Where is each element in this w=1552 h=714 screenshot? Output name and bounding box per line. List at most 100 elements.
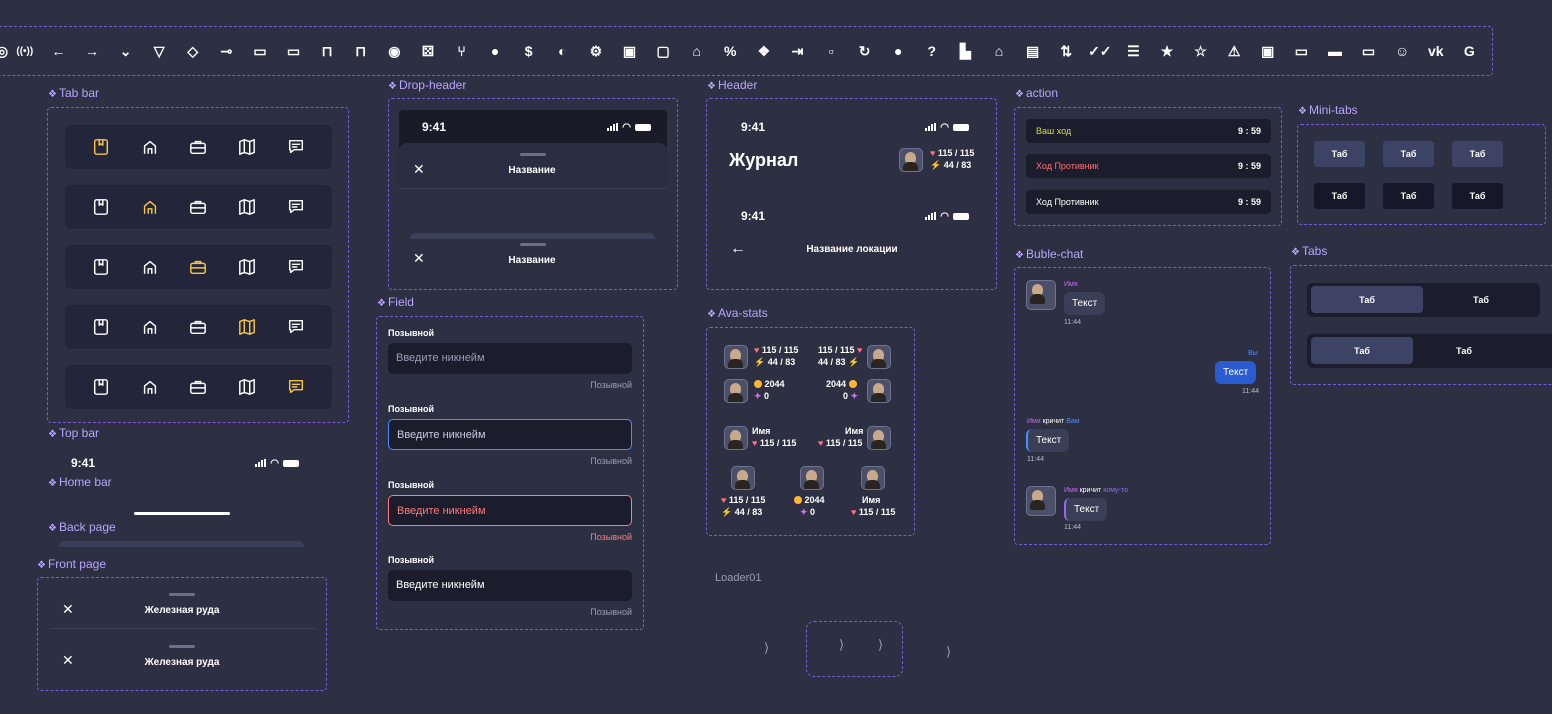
avatar[interactable] <box>1026 486 1056 516</box>
login-icon[interactable]: ⇥ <box>781 40 815 62</box>
tab-bar-briefcase-icon[interactable] <box>188 197 208 217</box>
house-icon[interactable]: ⌂ <box>680 40 714 62</box>
nickname-input[interactable]: Введите никнейм <box>388 495 632 526</box>
broadcast-icon[interactable]: ((•)) <box>8 40 42 62</box>
tab-active[interactable]: Таб <box>1311 337 1413 364</box>
warning-icon[interactable]: ⚠ <box>1217 40 1251 62</box>
toggle-off-icon[interactable]: ▭ <box>1285 40 1319 62</box>
mini-tab[interactable]: Таб <box>1314 183 1365 209</box>
home-indicator[interactable] <box>134 512 230 515</box>
avatar[interactable] <box>724 345 748 369</box>
tab[interactable]: Таб <box>1425 286 1537 313</box>
arrow-left-icon[interactable]: ← <box>42 40 76 62</box>
home-icon[interactable]: ⌂ <box>982 40 1016 62</box>
star-outline-icon[interactable]: ☆ <box>1184 40 1218 62</box>
eye-outline-icon[interactable]: ◉ <box>378 40 412 62</box>
radio-icon[interactable]: ◎ <box>0 40 8 62</box>
tab-bar-briefcase-icon[interactable] <box>188 137 208 157</box>
tab[interactable]: Таб <box>1413 337 1515 364</box>
tab-bar-house-icon[interactable] <box>140 317 160 337</box>
chat-double-icon[interactable]: ▭ <box>277 40 311 62</box>
tab-bar-map-icon[interactable] <box>237 197 257 217</box>
tab-bar-house-icon[interactable] <box>140 257 160 277</box>
avatar[interactable] <box>731 466 755 490</box>
tab-bar-briefcase-icon[interactable] <box>188 377 208 397</box>
avatar[interactable] <box>861 466 885 490</box>
tab-bar-briefcase-icon[interactable] <box>188 257 208 277</box>
avatar[interactable] <box>800 466 824 490</box>
dropbox-icon[interactable]: ❖ <box>747 40 781 62</box>
refresh-icon[interactable]: ↻ <box>848 40 882 62</box>
avatar[interactable] <box>899 148 923 172</box>
book-icon[interactable]: ▢ <box>646 40 680 62</box>
front-page-grabber[interactable] <box>169 593 195 596</box>
factory-icon[interactable]: ▙ <box>949 40 983 62</box>
box-icon[interactable]: ▫ <box>814 40 848 62</box>
chat-icon[interactable]: ▭ <box>243 40 277 62</box>
mini-tab[interactable]: Таб <box>1383 183 1434 209</box>
tab-active[interactable]: Таб <box>1311 286 1423 313</box>
gear-icon[interactable]: ⚙ <box>579 40 613 62</box>
question-icon[interactable]: ? <box>915 40 949 62</box>
avatar[interactable] <box>1026 280 1056 310</box>
close-icon[interactable]: ✕ <box>413 250 425 267</box>
tab-bar-map-icon[interactable] <box>237 317 257 337</box>
shop-icon[interactable]: ▤ <box>1016 40 1050 62</box>
tab-bar-book-icon[interactable] <box>91 257 111 277</box>
tab-bar-book-icon[interactable] <box>91 197 111 217</box>
eye-icon[interactable]: ● <box>478 40 512 62</box>
dice-icon[interactable]: ⚄ <box>411 40 445 62</box>
tab-bar-map-icon[interactable] <box>237 377 257 397</box>
key-icon[interactable]: ⊸ <box>210 40 244 62</box>
close-icon[interactable]: ✕ <box>62 601 74 618</box>
sheet-grabber[interactable] <box>520 243 546 246</box>
tab-bar-book-icon[interactable] <box>91 317 111 337</box>
unlock-icon[interactable]: ⊓ <box>344 40 378 62</box>
tab-bar-chat-icon[interactable] <box>286 317 306 337</box>
avatar[interactable] <box>724 426 748 450</box>
brain-icon[interactable]: ◐ <box>546 40 580 62</box>
percent-icon[interactable]: % <box>713 40 747 62</box>
mini-tab[interactable]: Таб <box>1452 183 1503 209</box>
arrow-right-icon[interactable]: → <box>75 40 109 62</box>
tab-bar-chat-icon[interactable] <box>286 137 306 157</box>
avatar[interactable] <box>724 379 748 403</box>
list-icon[interactable]: ☰ <box>1117 40 1151 62</box>
tab-bar-map-icon[interactable] <box>237 257 257 277</box>
mini-tab[interactable]: Таб <box>1452 141 1503 167</box>
tab-bar-house-icon[interactable] <box>140 137 160 157</box>
tab-bar-map-icon[interactable] <box>237 137 257 157</box>
vk-icon[interactable]: vk <box>1419 40 1453 62</box>
lock-icon[interactable]: ⊓ <box>310 40 344 62</box>
drop-icon[interactable]: ◇ <box>176 40 210 62</box>
tab-bar-chat-icon[interactable] <box>286 257 306 277</box>
avatar[interactable] <box>867 345 891 369</box>
tab-bar-chat-icon[interactable] <box>286 377 306 397</box>
mini-tab[interactable]: Таб <box>1383 141 1434 167</box>
tab-bar-chat-icon[interactable] <box>286 197 306 217</box>
dollar-icon[interactable]: $ <box>512 40 546 62</box>
chevron-down-icon[interactable]: ⌄ <box>109 40 143 62</box>
pin-icon[interactable]: ● <box>881 40 915 62</box>
tab-bar-house-icon[interactable] <box>140 197 160 217</box>
mini-tab[interactable]: Таб <box>1314 141 1365 167</box>
tab-bar-book-icon[interactable] <box>91 137 111 157</box>
star-icon[interactable]: ★ <box>1150 40 1184 62</box>
battery-icon[interactable]: ▭ <box>1352 40 1386 62</box>
fork-icon[interactable]: ⑂ <box>445 40 479 62</box>
front-page-grabber[interactable] <box>169 645 195 648</box>
tab-bar-briefcase-icon[interactable] <box>188 317 208 337</box>
toggle-on-icon[interactable]: ▬ <box>1318 40 1352 62</box>
sheet-grabber[interactable] <box>520 153 546 156</box>
tab-bar-book-icon[interactable] <box>91 377 111 397</box>
google-icon[interactable]: G <box>1453 40 1487 62</box>
double-check-icon[interactable]: ✓✓ <box>1083 40 1117 62</box>
nickname-input[interactable]: Введите никнейм <box>388 570 632 601</box>
avatar[interactable] <box>867 379 891 403</box>
close-icon[interactable]: ✕ <box>413 161 425 178</box>
nickname-input[interactable]: Введите никнейм <box>388 419 632 450</box>
tab-bar-house-icon[interactable] <box>140 377 160 397</box>
sort-icon[interactable]: ⇅ <box>1049 40 1083 62</box>
smile-icon[interactable]: ☺ <box>1385 40 1419 62</box>
nickname-input[interactable]: Введите никнейм <box>388 343 632 374</box>
